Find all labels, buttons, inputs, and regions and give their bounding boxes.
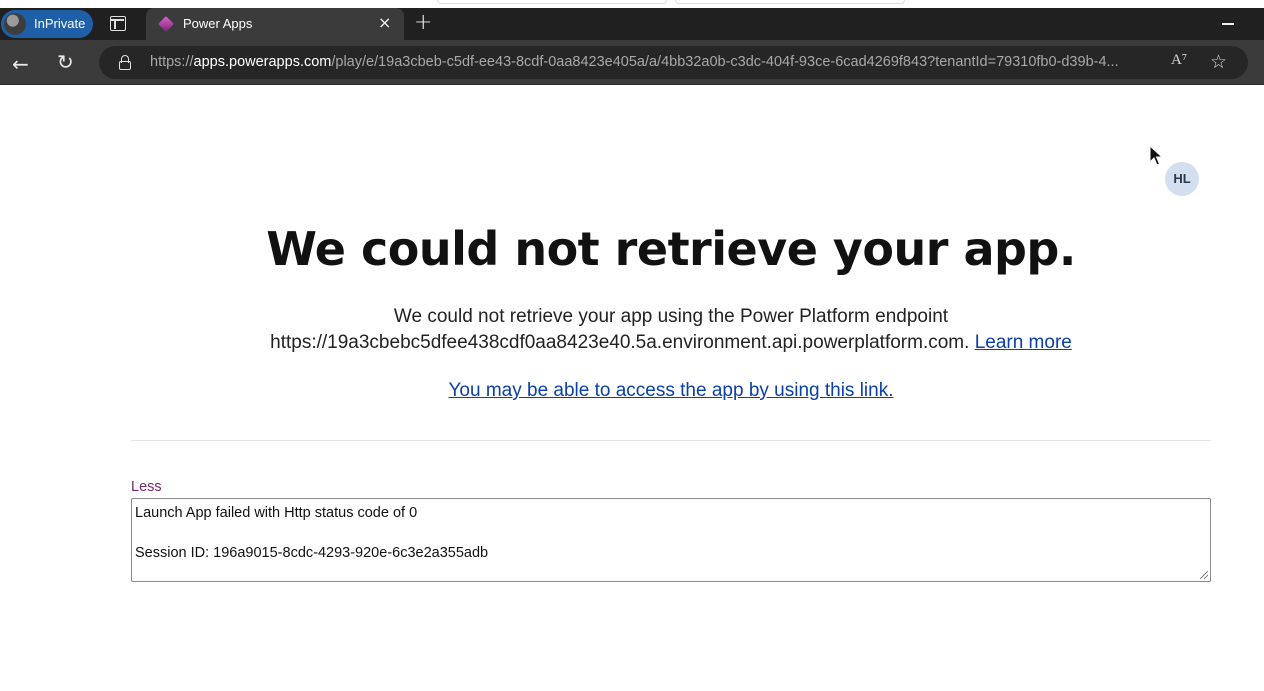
error-heading: We could not retrieve your app. [266,222,1076,276]
tab-actions-icon[interactable] [106,14,130,34]
profile-avatar-icon [4,13,26,35]
back-icon[interactable]: ← [12,52,29,76]
details-line-session: Session ID: 196a9015-8cdc-4293-920e-6c3e… [135,545,489,561]
alt-access-link[interactable]: You may be able to access the app by usi… [448,380,893,401]
read-aloud-icon[interactable]: A⁷ [1171,52,1187,69]
tab-close-icon[interactable]: × [378,13,391,32]
resize-grip-icon[interactable] [1200,571,1208,579]
learn-more-link[interactable]: Learn more [975,332,1072,353]
tab-bar: InPrivate Power Apps × + [0,8,1264,40]
url-host: apps.powerapps.com [193,54,332,70]
window-top-strip [0,0,1264,8]
ghost-tab-2 [675,0,905,4]
inprivate-label: InPrivate [34,16,86,31]
favorite-star-icon[interactable]: ☆ [1210,51,1227,73]
alt-access: You may be able to access the app by usi… [0,380,1264,402]
tab-power-apps[interactable]: Power Apps × [146,8,404,40]
minimize-icon[interactable] [1222,23,1234,25]
reload-icon[interactable]: ↻ [57,50,74,74]
page-content: HL We could not retrieve your app. We co… [0,86,1264,691]
error-description-line2: https://19a3cbebc5dfee438cdf0aa8423e40.5… [0,330,1264,356]
lock-icon[interactable] [119,55,131,70]
inprivate-badge[interactable]: InPrivate [1,10,93,38]
url-prefix: https:// [150,54,194,70]
details-line-status: Launch App failed with Http status code … [135,505,418,521]
endpoint-url: https://19a3cbebc5dfee438cdf0aa8423e40.5… [270,332,970,353]
error-details-box[interactable]: Launch App failed with Http status code … [131,498,1211,582]
new-tab-icon[interactable]: + [414,10,432,35]
url-text[interactable]: https://apps.powerapps.com/play/e/19a3cb… [150,54,1160,70]
user-avatar[interactable]: HL [1165,162,1199,196]
divider [131,440,1211,441]
error-description-line1: We could not retrieve your app using the… [393,306,949,327]
address-bar-row: ← ↻ https://apps.powerapps.com/play/e/19… [0,40,1264,85]
error-description: We could not retrieve your app using the… [0,304,1264,356]
address-bar[interactable]: https://apps.powerapps.com/play/e/19a3cb… [99,46,1248,79]
details-toggle[interactable]: Less [131,479,162,495]
url-path: /play/e/19a3cbeb-c5df-ee43-8cdf-0aa8423e… [331,54,1119,70]
ghost-tab-1 [437,0,667,4]
power-apps-favicon-icon [158,16,174,32]
tab-title: Power Apps [183,16,253,31]
